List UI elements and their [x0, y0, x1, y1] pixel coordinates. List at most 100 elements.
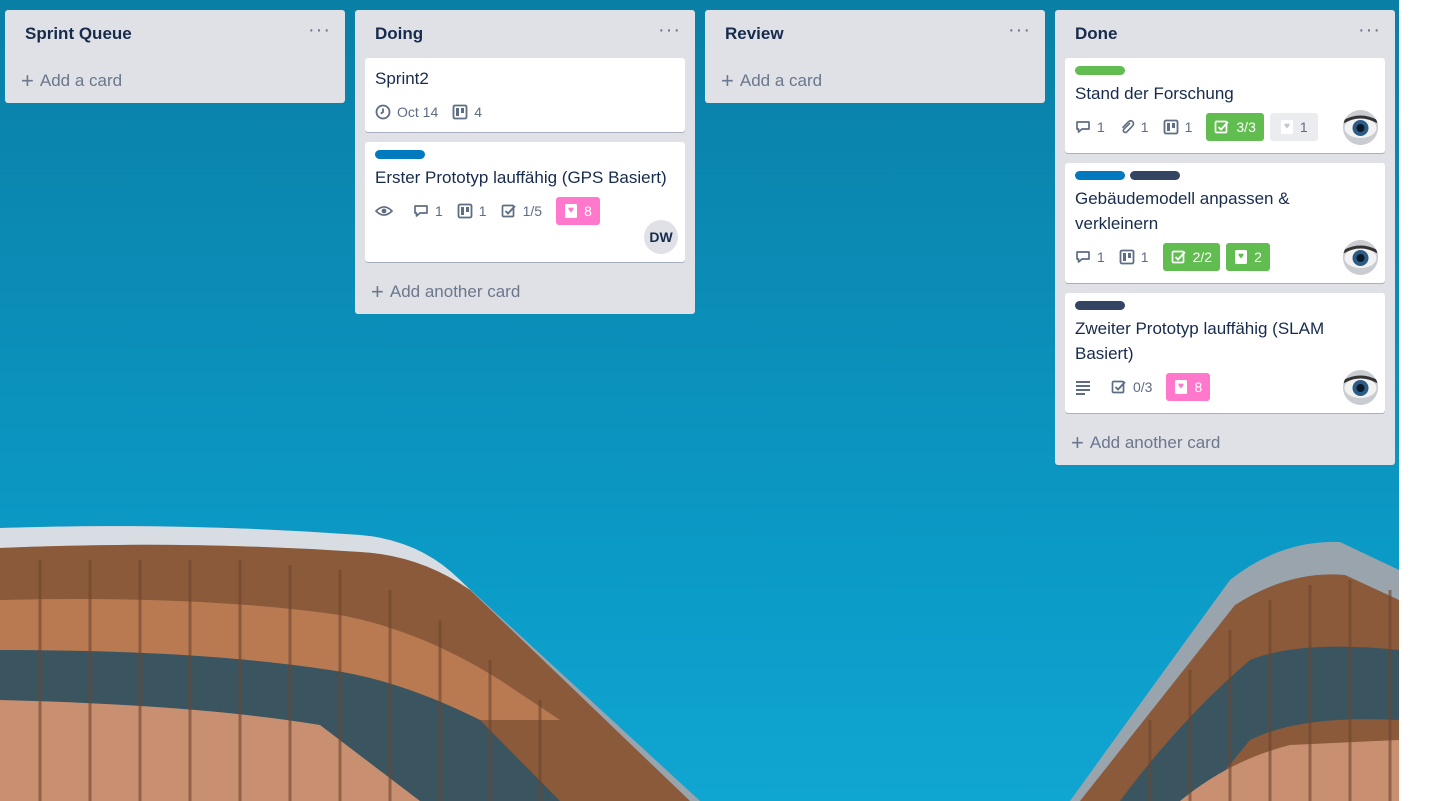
list-menu-icon[interactable]: ···	[1008, 20, 1031, 43]
board-background: Sprint Queue ··· + Add a card Doing ··· …	[0, 0, 1399, 801]
comments-count: 1	[435, 203, 443, 219]
attachment-badge: 1	[1119, 113, 1149, 141]
add-card-label: Add a card	[39, 70, 123, 90]
checklist-icon	[501, 204, 516, 218]
list-review: Review ··· + Add a card	[705, 10, 1045, 103]
points-text: 2	[1254, 249, 1262, 265]
member-avatar[interactable]	[1343, 110, 1378, 145]
list-title[interactable]: Doing	[375, 24, 423, 44]
card-list: Sprint2 Oct 14 4 Erster Prototyp lauffäh…	[355, 58, 695, 262]
description-icon	[1076, 381, 1090, 395]
card-title: Stand der Forschung	[1075, 84, 1234, 103]
points-text: 1	[1299, 119, 1308, 135]
attachment-count: 1	[1140, 119, 1149, 135]
list-title[interactable]: Review	[725, 24, 784, 44]
card-title: Zweiter Prototyp lauffähig (SLAM Basiert…	[1075, 319, 1325, 363]
member-avatar[interactable]	[1343, 240, 1378, 275]
board-count-text: 1	[1184, 119, 1193, 135]
card-points-icon	[1235, 250, 1248, 264]
list-menu-icon[interactable]: ···	[1358, 20, 1381, 43]
card-erster-prototyp[interactable]: Erster Prototyp lauffähig (GPS Basiert) …	[365, 142, 685, 262]
label-dark	[1075, 301, 1125, 310]
comments-badge: 1	[1075, 113, 1105, 141]
points-badge: 8	[556, 197, 600, 225]
board-icon	[452, 104, 468, 120]
board-count-text: 1	[478, 203, 487, 219]
list-header: Done ···	[1055, 10, 1395, 58]
checklist-badge: 2/2	[1162, 243, 1221, 271]
member-avatar[interactable]	[1343, 370, 1378, 405]
add-another-card-button[interactable]: + Add another card	[1055, 421, 1395, 465]
board-icon	[457, 203, 473, 219]
points-text: 8	[584, 203, 592, 219]
checklist-icon	[1111, 380, 1126, 394]
card-list: Stand der Forschung 1 1 1 3/3 1 Gebäudem…	[1055, 58, 1395, 413]
add-card-label: Add a card	[739, 70, 823, 90]
card-title: Sprint2	[375, 69, 429, 88]
paperclip-icon	[1121, 119, 1135, 134]
card-labels	[375, 150, 675, 159]
list-title[interactable]: Done	[1075, 24, 1118, 44]
card-points-icon	[565, 204, 578, 218]
points-badge: 8	[1166, 373, 1211, 401]
checklist-text: 3/3	[1236, 119, 1256, 135]
list-header: Sprint Queue ···	[5, 10, 345, 58]
checklist-text: 2/2	[1192, 249, 1213, 265]
card-badges: 1 1 1/5 8	[375, 196, 675, 226]
points-text: 8	[1194, 379, 1203, 395]
card-gebaeudemodell[interactable]: Gebäudemodell anpassen & verkleinern 1 1…	[1065, 163, 1385, 283]
card-badges: 1 1 1 3/3 1	[1075, 112, 1375, 142]
card-title: Erster Prototyp lauffähig (GPS Basiert)	[375, 168, 667, 187]
comment-icon	[1076, 121, 1090, 133]
card-zweiter-prototyp[interactable]: Zweiter Prototyp lauffähig (SLAM Basiert…	[1065, 293, 1385, 413]
card-labels	[1075, 66, 1375, 75]
eye-avatar-image	[1343, 370, 1378, 405]
checklist-icon	[1171, 250, 1186, 264]
label-dark	[1130, 171, 1180, 180]
description-badge	[1075, 373, 1097, 401]
list-doing: Doing ··· Sprint2 Oct 14 4 Erster Protot…	[355, 10, 695, 314]
plus-icon: +	[1071, 430, 1084, 455]
card-labels	[1075, 301, 1375, 310]
list-title[interactable]: Sprint Queue	[25, 24, 132, 44]
add-card-button[interactable]: + Add a card	[5, 58, 345, 103]
board-icon	[1163, 119, 1178, 135]
comment-icon	[1076, 251, 1090, 263]
list-sprint-queue: Sprint Queue ··· + Add a card	[5, 10, 345, 103]
add-card-button[interactable]: + Add a card	[705, 58, 1045, 103]
checklist-icon	[1215, 120, 1230, 134]
label-blue	[1075, 171, 1125, 180]
add-card-label: Add another card	[389, 282, 521, 301]
checklist-badge: 1/5	[501, 197, 542, 225]
checklist-badge: 3/3	[1206, 113, 1264, 141]
board-count-badge: 4	[452, 98, 482, 126]
card-badges: 1 1 2/2 2	[1075, 242, 1375, 272]
card-sprint2[interactable]: Sprint2 Oct 14 4	[365, 58, 685, 132]
list-menu-icon[interactable]: ···	[658, 20, 681, 43]
comments-badge: 1	[1075, 243, 1105, 271]
comment-icon	[414, 205, 428, 217]
points-badge: 1	[1269, 113, 1318, 141]
list-header: Doing ···	[355, 10, 695, 58]
due-date-badge: Oct 14	[375, 98, 438, 126]
card-title: Gebäudemodell anpassen & verkleinern	[1075, 189, 1290, 233]
checklist-text: 0/3	[1133, 379, 1153, 395]
plus-icon: +	[721, 67, 734, 93]
list-menu-icon[interactable]: ···	[308, 20, 331, 43]
board-count-badge: 1	[1163, 113, 1193, 141]
watch-badge	[375, 197, 399, 225]
checklist-badge: 0/3	[1111, 373, 1152, 401]
card-points-icon	[1280, 120, 1293, 134]
add-another-card-button[interactable]: + Add another card	[355, 270, 695, 314]
add-card-label: Add another card	[1089, 433, 1221, 452]
eye-avatar-image	[1343, 110, 1378, 145]
card-stand-der-forschung[interactable]: Stand der Forschung 1 1 1 3/3 1	[1065, 58, 1385, 153]
clock-icon	[375, 104, 391, 120]
card-badges: Oct 14 4	[375, 97, 675, 127]
list-header: Review ···	[705, 10, 1045, 58]
member-avatar[interactable]: DW	[644, 220, 678, 254]
comments-count: 1	[1097, 119, 1105, 135]
plus-icon: +	[371, 279, 384, 304]
board-count-text: 1	[1140, 249, 1149, 265]
card-badges: 0/3 8	[1075, 372, 1375, 402]
